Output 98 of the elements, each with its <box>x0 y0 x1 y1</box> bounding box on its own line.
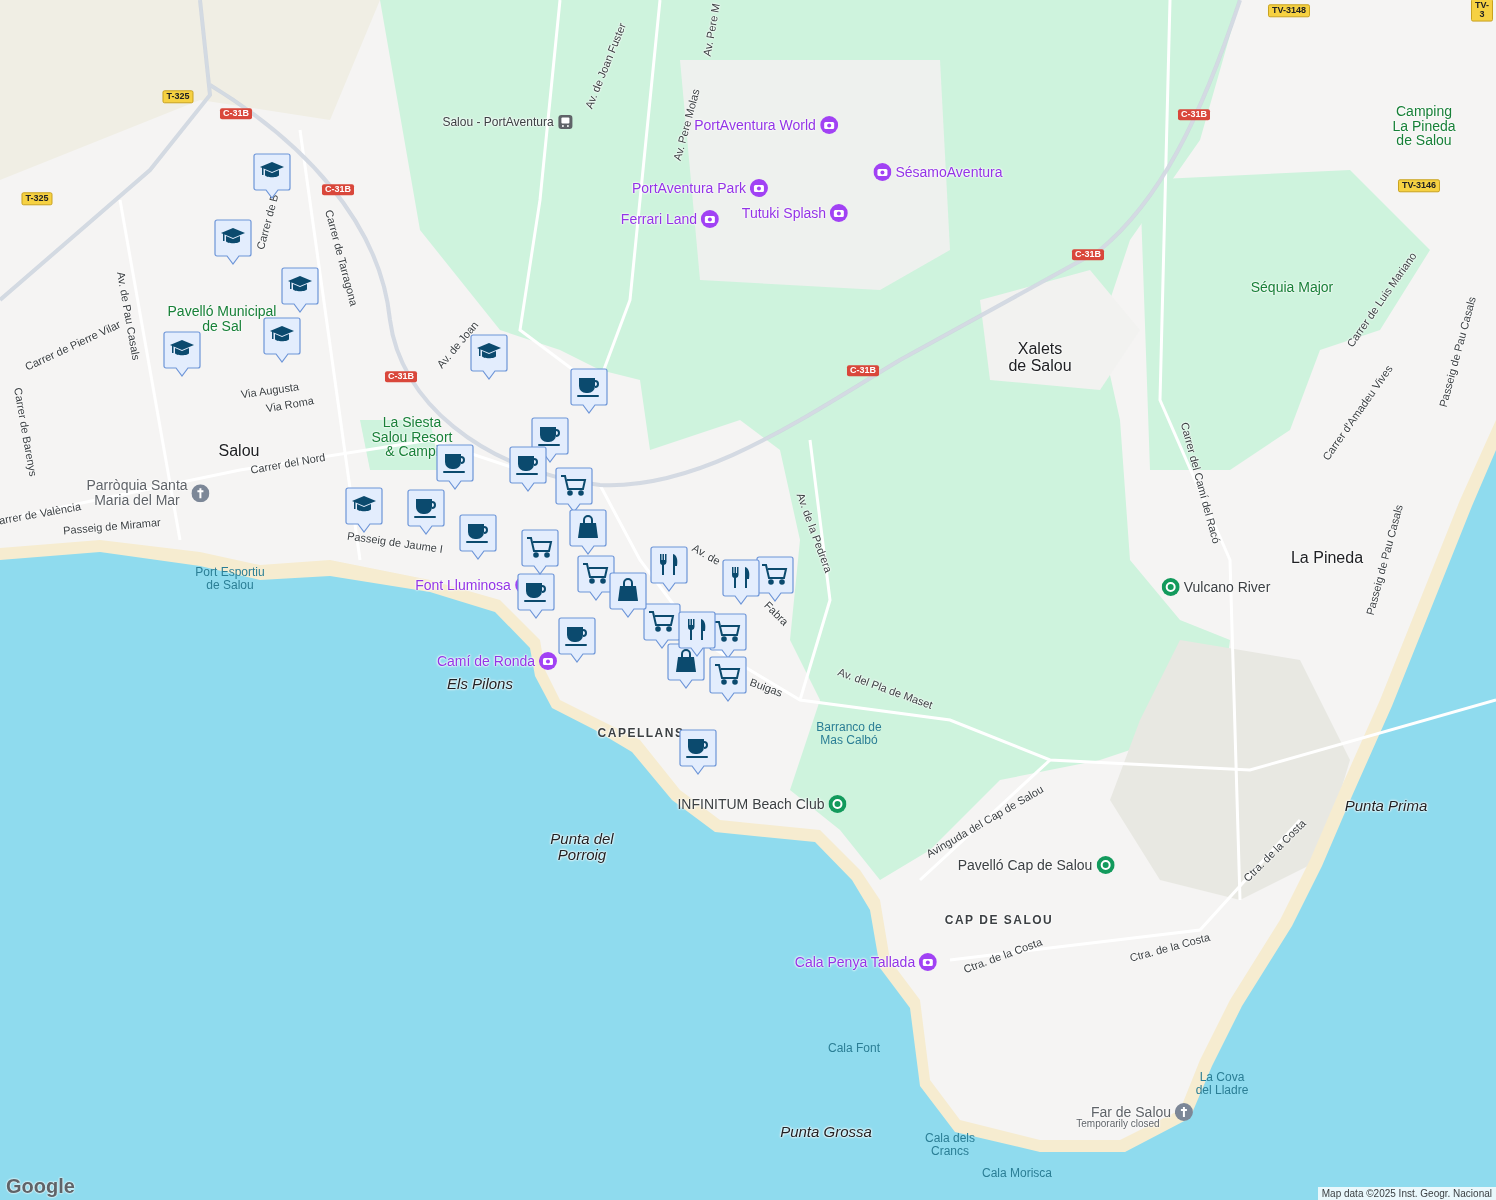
shopping-cart-icon <box>714 621 741 642</box>
route-shield: C-31B <box>847 365 879 377</box>
attraction-label[interactable]: Tutuki Splash <box>741 205 827 221</box>
fork-knife-icon <box>688 619 706 640</box>
route-shield: T-325 <box>162 90 194 104</box>
logo: Google <box>6 1175 75 1198</box>
attraction-label[interactable]: PortAventura World <box>694 117 816 133</box>
coffee-cup-icon <box>577 378 599 397</box>
attraction-label[interactable]: PortAventura Park <box>631 180 747 196</box>
street-label: Av. del Pla de Maset <box>836 666 934 712</box>
landmark-label[interactable]: Far de Salou <box>1090 1104 1172 1120</box>
street-label: Carrer de Tarragona <box>322 208 360 308</box>
route-shield: C-31B <box>1072 249 1104 261</box>
shopping-bag-icon <box>578 515 598 538</box>
coffee-cup-icon <box>414 499 436 518</box>
place-label[interactable]: Punta Prima <box>1344 798 1428 814</box>
fork-knife-icon <box>660 554 678 575</box>
coffee-cup-icon <box>565 627 587 646</box>
coffee-cup-icon <box>686 739 708 758</box>
shopping-cart-icon <box>582 563 609 584</box>
graduation-cap-icon <box>221 228 245 244</box>
place-label[interactable]: La Pineda <box>1290 549 1364 567</box>
street-label: Carrer del Camí del Racó <box>1178 421 1222 545</box>
coffee-cup-icon <box>443 454 465 473</box>
place-marker-icon <box>1161 578 1180 596</box>
water-label[interactable]: Cala Font <box>828 1041 880 1055</box>
graduation-cap-icon <box>288 276 312 292</box>
attraction-label[interactable]: Ferrari Land <box>620 211 698 227</box>
shopping-bag-icon <box>618 578 638 601</box>
route-shield: TV-3148 <box>1268 4 1310 18</box>
district-label: CAP DE SALOU <box>944 913 1054 927</box>
shopping-bag-icon <box>676 649 696 672</box>
graduation-cap-icon <box>477 343 501 359</box>
shopping-cart-icon <box>526 537 553 558</box>
place-label[interactable]: Punta del Porroig <box>550 831 614 863</box>
attraction-label[interactable]: SésamoAventura <box>895 164 1003 180</box>
water-label[interactable]: Barranco de Mas Calbó <box>816 721 882 747</box>
place-label[interactable]: Els Pilons <box>447 676 513 692</box>
attraction-label[interactable]: Font Lluminosa <box>415 577 511 593</box>
park-label[interactable]: Camping La Pineda de Salou <box>1392 103 1456 149</box>
place-label[interactable]: Salou <box>218 442 260 460</box>
station-label[interactable]: Salou - PortAventura <box>442 115 554 129</box>
attraction-label[interactable]: Cala Penya Tallada <box>794 954 916 970</box>
shopping-cart-icon <box>560 475 587 496</box>
camera-icon <box>873 163 892 181</box>
park-label[interactable]: Pavelló Municipal de Sal <box>167 304 277 334</box>
shopping-cart-icon <box>648 611 675 632</box>
cross-icon <box>1175 1103 1194 1121</box>
route-shield: TV-3146 <box>1398 179 1440 193</box>
landmark-label[interactable]: Parròquia Santa Maria del Mar <box>86 478 188 508</box>
water-label[interactable]: Cala Morisca <box>982 1166 1052 1180</box>
street-label: Ctra. de la Costa <box>962 936 1044 976</box>
status-label[interactable]: Temporarily closed <box>1076 1118 1160 1130</box>
route-shield: C-31B <box>322 184 354 196</box>
venue-label[interactable]: Vulcano River <box>1183 579 1271 595</box>
park-label[interactable]: Séquia Major <box>1250 279 1334 295</box>
water-label[interactable]: Port Esportiu de Salou <box>195 566 265 592</box>
camera-icon <box>701 210 720 228</box>
route-shield: C-31B <box>1178 109 1210 121</box>
camera-icon <box>830 204 849 222</box>
camera-icon <box>819 116 838 134</box>
camera-icon <box>539 652 558 670</box>
shopping-cart-icon <box>714 664 741 685</box>
street-label: Passeig de Jaume I <box>346 530 444 556</box>
train-icon <box>557 114 574 130</box>
graduation-cap-icon <box>352 496 376 512</box>
water-label[interactable]: Cala dels Crancs <box>925 1132 975 1158</box>
place-label[interactable]: Xalets de Salou <box>1008 341 1072 375</box>
venue-label[interactable]: INFINITUM Beach Club <box>677 796 825 812</box>
street-label: Av. de <box>690 542 722 568</box>
graduation-cap-icon <box>270 326 294 342</box>
coffee-cup-icon <box>466 524 488 543</box>
coffee-cup-icon <box>524 583 546 602</box>
street-label: Av. Pere M <box>701 2 723 58</box>
route-shield: TV-3 <box>1471 0 1493 22</box>
camera-icon <box>919 953 938 971</box>
street-label: Carrer de Pierre Vilar <box>23 318 123 374</box>
camera-icon <box>750 179 769 197</box>
route-shield: T-325 <box>21 192 53 206</box>
coffee-cup-icon <box>516 456 538 475</box>
attribution-text: Map data ©2025 Inst. Geogr. Nacional <box>1317 1187 1496 1200</box>
graduation-cap-icon <box>170 340 194 356</box>
fork-knife-icon <box>732 567 750 588</box>
shopping-cart-icon <box>761 564 788 585</box>
route-shield: C-31B <box>385 371 417 383</box>
street-label: Carrer de Barenys <box>11 386 39 478</box>
street-label: Ctra. de la Costa <box>1128 931 1212 965</box>
place-marker-icon <box>828 795 847 813</box>
district-label: CAPELLANS <box>597 726 685 740</box>
street-label: Av. de Joan Fuster <box>583 21 629 111</box>
place-marker-icon <box>1096 856 1115 874</box>
coffee-cup-icon <box>538 427 560 446</box>
venue-label[interactable]: Pavelló Cap de Salou <box>957 857 1093 873</box>
route-shield: C-31B <box>220 108 252 120</box>
street-label: Av. de la Pedrera <box>794 491 834 575</box>
graduation-cap-icon <box>260 162 284 178</box>
place-label[interactable]: Punta Grossa <box>780 1124 872 1140</box>
cross-icon <box>191 484 210 502</box>
